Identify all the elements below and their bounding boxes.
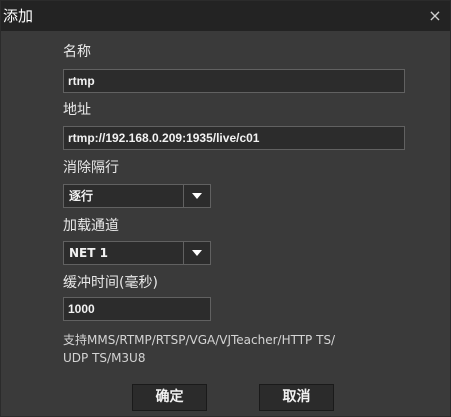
deinterlace-label: 消除隔行 <box>63 160 119 176</box>
cancel-button[interactable]: 取消 <box>259 384 334 411</box>
close-icon[interactable]: × <box>424 1 446 31</box>
dropdown-toggle[interactable] <box>183 242 210 264</box>
buffer-time-input[interactable] <box>63 297 211 321</box>
dialog-titlebar: 添加 × <box>1 1 450 31</box>
name-input[interactable] <box>63 69 405 93</box>
channel-label: 加载通道 <box>63 218 119 234</box>
channel-value: NET 1 <box>69 246 108 260</box>
deinterlace-select[interactable]: 逐行 <box>63 184 211 208</box>
address-input[interactable] <box>63 126 405 150</box>
dropdown-toggle[interactable] <box>183 185 210 207</box>
dialog-title: 添加 <box>3 7 34 25</box>
address-label: 地址 <box>63 102 91 118</box>
channel-select[interactable]: NET 1 <box>63 241 211 265</box>
name-label: 名称 <box>63 44 91 60</box>
ok-button[interactable]: 确定 <box>132 384 207 411</box>
chevron-down-icon <box>192 250 202 256</box>
chevron-down-icon <box>192 193 202 199</box>
deinterlace-value: 逐行 <box>69 189 94 203</box>
note-line-1: 支持MMS/RTMP/RTSP/VGA/VJTeacher/HTTP TS/ <box>63 333 336 347</box>
note-line-2: UDP TS/M3U8 <box>63 351 146 365</box>
supported-protocols-note: 支持MMS/RTMP/RTSP/VGA/VJTeacher/HTTP TS/ U… <box>63 331 403 367</box>
add-dialog: 添加 × 名称 地址 消除隔行 逐行 加载通道 NET 1 缓冲时间(毫秒) 支… <box>0 0 451 417</box>
buffer-time-label: 缓冲时间(毫秒) <box>63 275 158 291</box>
